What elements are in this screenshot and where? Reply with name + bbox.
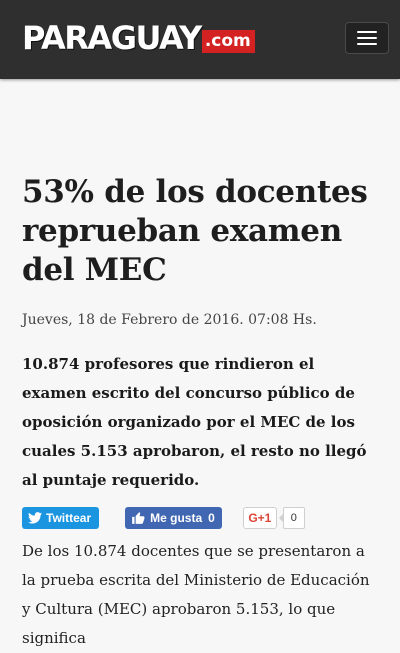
gplus-button[interactable]: G+1 [242,507,277,529]
menu-toggle-button[interactable] [345,22,389,54]
facebook-like-count: 0 [208,511,215,525]
article-date: Jueves, 18 de Febrero de 2016. 07:08 Hs. [22,312,317,328]
twitter-share-button[interactable]: Twittear [22,507,100,529]
hamburger-icon [357,31,377,33]
twitter-label: Twittear [46,511,92,525]
twitter-bird-icon [28,512,42,524]
share-bar: Twittear Me gusta 0 G+1 0 [22,507,378,529]
facebook-like-button[interactable]: Me gusta 0 [125,507,222,529]
hamburger-icon-bar [357,43,377,45]
logo-main-text: PARAGUAY [22,19,202,57]
gplus-count: 0 [278,507,305,529]
site-logo[interactable]: PARAGUAY .com [22,22,255,54]
article-container: 53% de los docentes reprueban examen del… [0,173,400,653]
top-navbar: PARAGUAY .com [0,0,400,79]
facebook-label: Me gusta [150,511,203,525]
gplus-widget: G+1 0 [242,507,305,529]
logo-suffix-text: .com [201,30,255,53]
hamburger-icon-bar [357,37,377,39]
article-lead: 10.874 profesores que rindieron el exame… [22,355,367,489]
thumbs-up-icon [132,512,145,524]
article-headline: 53% de los docentes reprueban examen del… [22,174,368,288]
article-body: De los 10.874 docentes que se presentaro… [22,542,370,647]
